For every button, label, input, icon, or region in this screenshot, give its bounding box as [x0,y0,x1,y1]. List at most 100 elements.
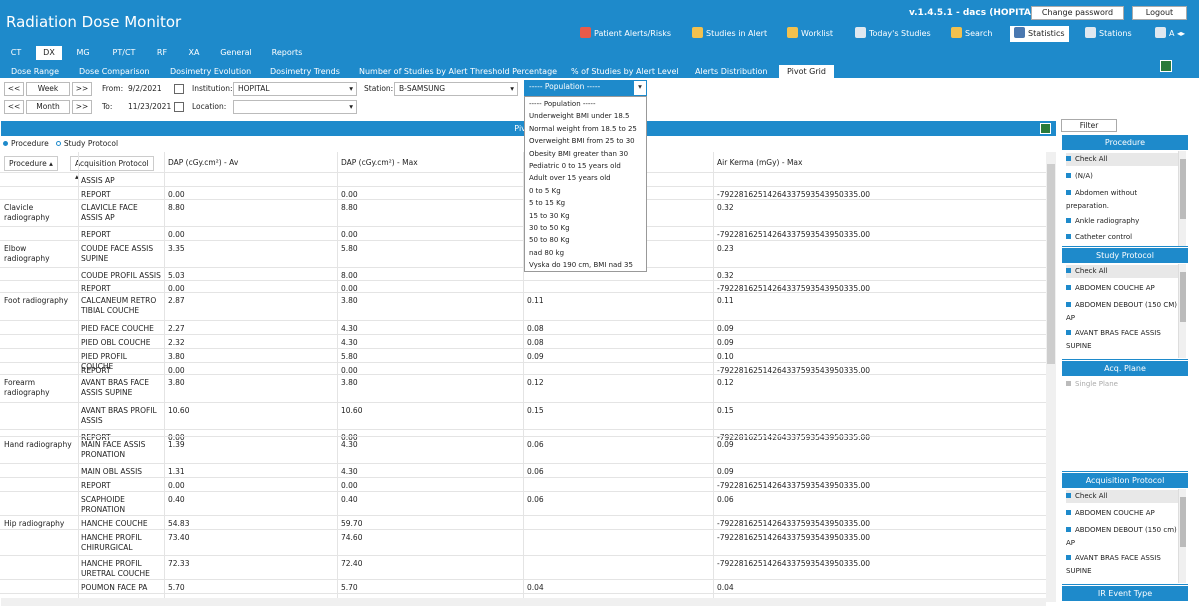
subtab-alerts-distribution[interactable]: Alerts Distribution [695,65,767,78]
table-row[interactable]: AVANT BRAS PROFIL ASSIS 10.60 10.60 0.15 0.1… [0,402,1046,429]
table-row[interactable]: ASSIS AP [0,172,1046,186]
calendar-icon[interactable] [174,102,184,112]
acquisition-protocol-row-header[interactable]: Acquisition Protocol ▴ [70,156,154,181]
nav-admin[interactable]: A ◂▸ [1155,26,1185,42]
scroll-thumb[interactable] [1047,164,1055,364]
population-option[interactable]: Normal weight from 18.5 to 25 [529,123,637,135]
filter-item[interactable]: ABDOMEN DEBOUT (150 cm) AP [1066,524,1180,550]
column-header-air-kerma-max[interactable]: Air Kerma (mGy) - Max [717,156,802,170]
filter-item[interactable]: Ankle radiography [1066,215,1184,228]
location-select[interactable]: ▾ [233,100,357,114]
filter-item[interactable]: Abdomen without preparation. [1066,187,1174,213]
table-row[interactable]: REPORT0.000.00-7922816251426433759354395… [0,280,1046,293]
next-week-button[interactable]: >> [72,82,92,96]
nav-stations[interactable]: Stations [1085,26,1132,42]
table-row[interactable]: MAIN OBL ASSIS 1.31 4.30 0.06 0.09 [0,463,1046,477]
excel-export-icon[interactable] [1040,123,1051,134]
table-row[interactable]: Hip radiography HANCHE COUCHE 54.83 59.70 -7… [0,515,1046,529]
prev-week-button[interactable]: << [4,82,24,96]
scroll-thumb[interactable] [1180,159,1186,219]
table-row[interactable]: HANCHE PROFIL URETRAL COUCHE 72.33 72.40 -7… [0,555,1046,579]
nav-patient-alerts[interactable]: Patient Alerts/Risks [580,26,671,42]
column-header-dap-max[interactable]: DAP (cGy.cm²) - Max [341,156,418,170]
radio-procedure[interactable]: Procedure [3,139,49,148]
table-row[interactable]: Hand radiography MAIN FACE ASSIS PRONATIO… [0,436,1046,463]
tab-mg[interactable]: MG [70,46,96,60]
filter-item[interactable]: ABDOMEN COUCHE AP [1066,507,1184,520]
population-option[interactable]: 15 to 30 Kg [529,210,570,222]
from-date-value[interactable]: 9/2/2021 [128,82,162,96]
table-row[interactable]: Clavicle radiography CLAVICLE FACE ASSIS … [0,199,1046,226]
population-option[interactable]: nad 80 kg [529,247,564,259]
scroll-thumb[interactable] [1180,272,1186,322]
table-row[interactable]: REPORT0.000.00-7922816251426433759354395… [0,186,1046,199]
nav-statistics[interactable]: Statistics [1010,26,1069,42]
subtab-dose-comparison[interactable]: Dose Comparison [79,65,150,78]
population-option[interactable]: 0 to 5 Kg [529,185,561,197]
table-row[interactable]: REPORT0.000.00-7922816251426433759354395… [0,477,1046,491]
table-row[interactable]: REPORT0.000.00-7922816251426433759354395… [0,226,1046,240]
filter-item[interactable]: AVANT BRAS FACE ASSIS SUPINE [1066,327,1178,353]
change-password-button[interactable]: Change password [1031,6,1124,20]
table-row[interactable]: Elbow radiography COUDE FACE ASSIS SUPINE… [0,240,1046,267]
check-all-checkbox[interactable]: Check All [1066,153,1184,166]
subtab-dosimetry-evolution[interactable]: Dosimetry Evolution [170,65,251,78]
check-all-checkbox[interactable]: Check All [1066,265,1184,278]
excel-export-icon[interactable] [1160,60,1172,72]
population-option[interactable]: 30 to 50 Kg [529,222,570,234]
check-all-checkbox[interactable]: Check All [1066,490,1184,503]
station-select[interactable]: B-SAMSUNG ▾ [394,82,518,96]
table-row[interactable]: HANCHE PROFIL CHIRURGICAL 73.40 74.60 -7922… [0,529,1046,555]
population-option[interactable]: 50 to 80 Kg [529,234,570,246]
subtab-studies-by-threshold[interactable]: Number of Studies by Alert Threshold Per… [359,65,557,78]
population-option[interactable]: Vyska do 190 cm, BMI nad 35 [529,259,633,271]
table-row[interactable]: REPORT0.000.00-7922816251426433759354395… [0,362,1046,375]
tab-pt-ct[interactable]: PT/CT [106,46,142,60]
month-button[interactable]: Month [26,100,70,114]
procedure-scrollbar[interactable] [1178,151,1186,246]
subtab-studies-by-alert-level[interactable]: % of Studies by Alert Level [571,65,679,78]
population-option[interactable]: 5 to 15 Kg [529,197,565,209]
table-row[interactable]: COUDE PROFIL ASSIS 5.03 8.00 0.32 [0,267,1046,280]
grid-vertical-scrollbar[interactable] [1046,152,1056,602]
population-option[interactable]: Pediatric 0 to 15 years old [529,160,621,172]
institution-select[interactable]: HOPITAL ▾ [233,82,357,96]
subtab-pivot-grid[interactable]: Pivot Grid [779,65,834,78]
population-option[interactable]: Adult over 15 years old [529,172,611,184]
logout-button[interactable]: Logout [1132,6,1187,20]
next-month-button[interactable]: >> [72,100,92,114]
prev-month-button[interactable]: << [4,100,24,114]
table-row[interactable]: SCAPHOIDE PRONATION 0.40 0.40 0.06 0.06 [0,491,1046,515]
nav-worklist[interactable]: Worklist [787,26,833,42]
calendar-icon[interactable] [174,84,184,94]
nav-search[interactable]: Search [951,26,992,42]
table-row[interactable]: PIED OBL COUCHE 2.32 4.30 0.08 0.09 [0,334,1046,348]
radio-study-protocol[interactable]: Study Protocol [55,139,118,148]
table-row[interactable]: Foot radiography CALCANEUM RETRO TIBIAL C… [0,292,1046,320]
table-row[interactable]: Forearm radiography AVANT BRAS FACE ASSIS… [0,374,1046,402]
nav-todays-studies[interactable]: Today's Studies [855,26,931,42]
filter-item[interactable]: ABDOMEN DEBOUT (150 CM) AP [1066,299,1178,325]
filter-item[interactable]: AVANT BRAS FACE ASSIS SUPINE [1066,552,1178,578]
filter-item[interactable]: ABDOMEN COUCHE AP [1066,282,1184,295]
column-header-dap-av[interactable]: DAP (cGy.cm²) - Av [168,156,238,170]
filter-item[interactable]: Catheter control [1066,231,1184,244]
filter-button[interactable]: Filter [1061,119,1117,132]
tab-ct[interactable]: CT [4,46,28,60]
week-button[interactable]: Week [26,82,70,96]
tab-xa[interactable]: XA [184,46,204,60]
table-row[interactable]: POUMON FACE PA 5.70 5.70 0.04 0.04 [0,579,1046,593]
subtab-dose-range[interactable]: Dose Range [11,65,59,78]
tab-reports[interactable]: Reports [268,46,306,60]
tab-general[interactable]: General [216,46,256,60]
study-protocol-scrollbar[interactable] [1178,264,1186,358]
tab-rf[interactable]: RF [152,46,172,60]
to-date-value[interactable]: 11/23/2021 [128,100,171,114]
subtab-dosimetry-trends[interactable]: Dosimetry Trends [270,65,340,78]
filter-item[interactable]: (N/A) [1066,170,1184,183]
table-row[interactable]: REPORT0.000.00-7922816251426433759354395… [0,429,1046,442]
table-row[interactable]: PIED PROFIL COUCHE 3.80 5.80 0.09 0.10 [0,348,1046,371]
population-option[interactable]: Overweight BMI from 25 to 30 [529,135,635,147]
population-select[interactable]: ----- Population ----- ▾ [524,80,647,96]
procedure-row-header[interactable]: Procedure ▴ [4,156,58,171]
